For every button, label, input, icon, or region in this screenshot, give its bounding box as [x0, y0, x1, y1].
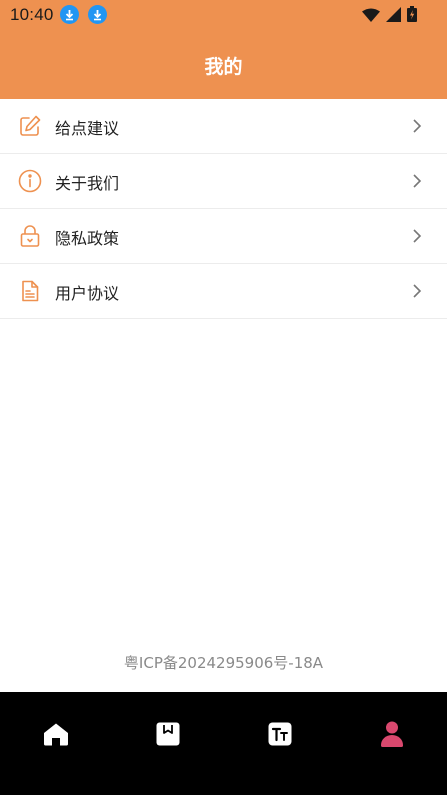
menu-item-label: 给点建议: [55, 119, 120, 138]
tab-profile[interactable]: [378, 721, 406, 751]
info-icon: [18, 169, 42, 193]
app-header: 10:40 我的: [0, 0, 447, 99]
status-bar: 10:40: [0, 0, 447, 30]
chevron-right-icon: [411, 283, 423, 299]
user-icon: [380, 721, 404, 751]
menu-item-label: 用户协议: [55, 284, 120, 303]
chevron-right-icon: [411, 118, 423, 134]
battery-charging-icon: [407, 6, 417, 26]
menu-item-label: 隐私政策: [55, 229, 120, 248]
chevron-right-icon: [411, 228, 423, 244]
status-time: 10:40: [10, 5, 54, 24]
menu-item-privacy[interactable]: 隐私政策: [0, 209, 447, 264]
home-icon: [43, 722, 69, 750]
menu-item-feedback[interactable]: 给点建议: [0, 99, 447, 154]
document-icon: [18, 279, 42, 303]
download-icon: [60, 5, 79, 24]
settings-menu: 给点建议 关于我们 隐私政策 用户协议: [0, 99, 447, 319]
signal-icon: [386, 6, 401, 26]
icp-license-text[interactable]: 粤ICP备2024295906号-18A: [0, 652, 447, 673]
edit-icon: [18, 114, 42, 138]
wifi-icon: [362, 7, 380, 26]
chevron-right-icon: [411, 173, 423, 189]
status-indicators: [362, 6, 417, 26]
text-size-icon: [268, 722, 292, 750]
page-title: 我的: [204, 56, 243, 78]
bottom-tab-bar: [0, 692, 447, 795]
tab-bookmarks[interactable]: [154, 722, 182, 750]
tab-home[interactable]: [42, 722, 70, 750]
menu-item-about[interactable]: 关于我们: [0, 154, 447, 209]
menu-item-user-agreement[interactable]: 用户协议: [0, 264, 447, 319]
lock-icon: [18, 224, 42, 248]
download-icon: [88, 5, 107, 24]
tab-text-size[interactable]: [266, 722, 294, 750]
bookmark-icon: [156, 722, 180, 750]
menu-item-label: 关于我们: [55, 174, 120, 193]
